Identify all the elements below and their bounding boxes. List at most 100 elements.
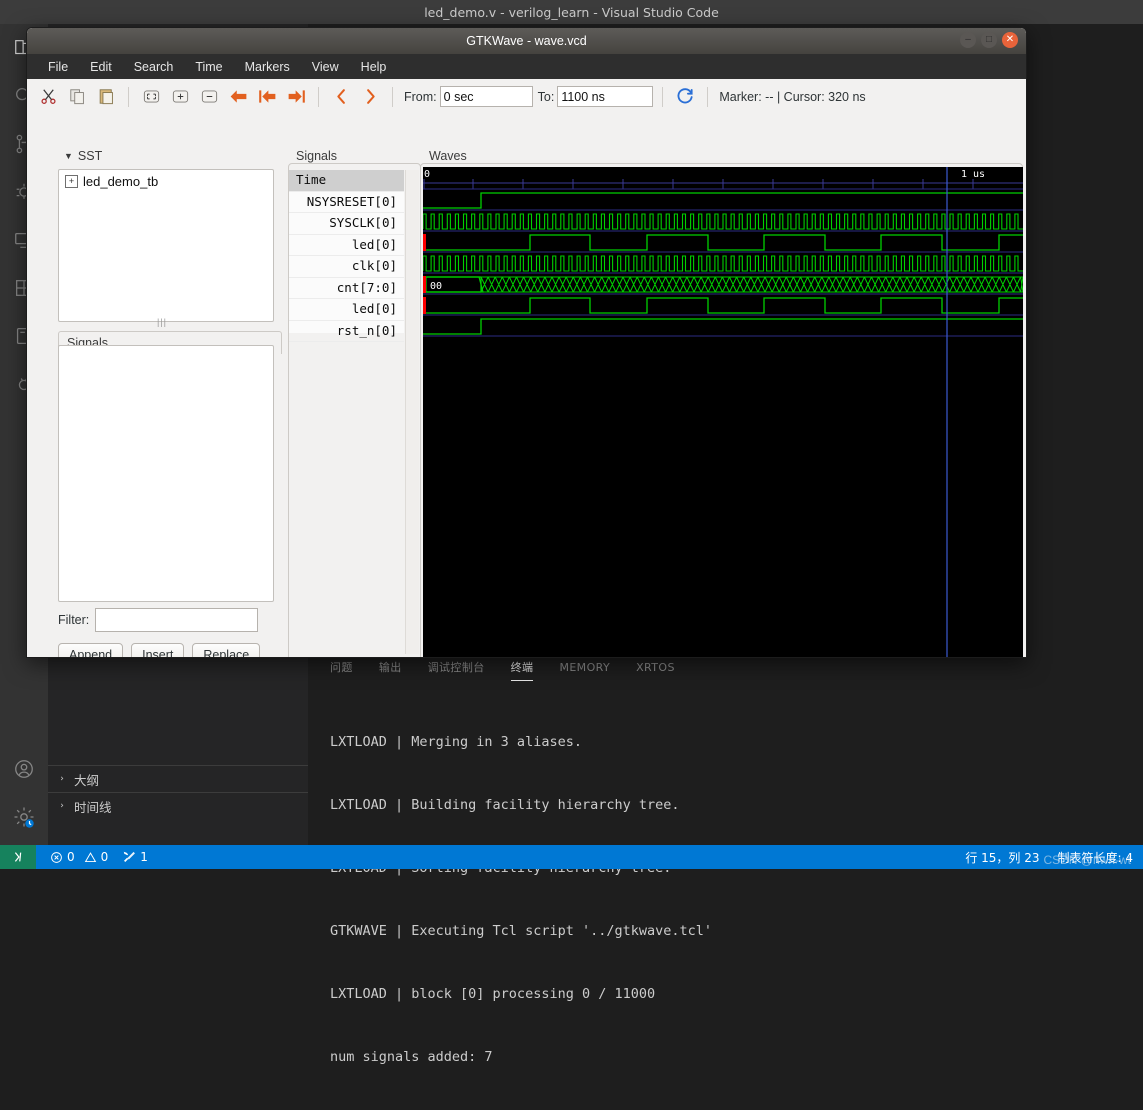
undefined-marker	[423, 234, 426, 251]
go-to-start-icon[interactable]	[254, 84, 280, 110]
zoom-undo-icon[interactable]	[225, 84, 251, 110]
gtkwave-titlebar: GTKWave - wave.vcd – □ ✕	[27, 28, 1026, 54]
replace-button[interactable]: Replace	[192, 643, 261, 657]
menu-search[interactable]: Search	[123, 58, 185, 76]
menu-time[interactable]: Time	[184, 58, 233, 76]
sst-label: SST	[77, 149, 103, 163]
terminal-line: num signals added: 7	[330, 1049, 493, 1065]
menu-view[interactable]: View	[301, 58, 350, 76]
signal-row-led-0[interactable]: led[0]	[289, 235, 404, 256]
from-input[interactable]	[439, 86, 533, 107]
paste-icon[interactable]	[93, 84, 119, 110]
gtkwave-toolbar[interactable]: From: To: Marker: -- | Cursor: 320 ns	[27, 79, 1026, 115]
cut-icon[interactable]	[35, 84, 61, 110]
waves-label: Waves	[426, 149, 470, 163]
status-problems[interactable]: 0 0	[50, 850, 108, 864]
time-axis-start: 0	[424, 169, 430, 180]
signal-row-nsysreset[interactable]: NSYSRESET[0]	[289, 192, 404, 213]
sidebar-section-label: 大纲	[74, 772, 100, 788]
copy-icon[interactable]	[64, 84, 90, 110]
sst-header[interactable]: ▼ SST	[61, 149, 106, 163]
vscode-status-bar: 0 0 1 行 15，列 23 制表符长度: 4 CSDN @nwh-wt	[0, 845, 1143, 869]
pane-resize-grip[interactable]: |||	[157, 317, 167, 327]
menu-edit[interactable]: Edit	[79, 58, 123, 76]
signal-row-rst-n[interactable]: rst_n[0]	[289, 321, 404, 342]
toolbar-separator	[392, 86, 393, 107]
bus-value-label: 00	[430, 281, 442, 292]
terminal-line: LXTLOAD | block [0] processing 0 / 11000	[330, 986, 656, 1002]
gtkwave-menubar[interactable]: File Edit Search Time Markers View Help	[27, 54, 1026, 79]
to-label: To:	[537, 89, 555, 104]
account-icon[interactable]	[0, 745, 48, 793]
signal-name-list[interactable]: Time NSYSRESET[0] SYSCLK[0] led[0] clk[0…	[289, 170, 404, 342]
error-circle-icon	[51, 851, 62, 863]
to-input[interactable]	[557, 86, 654, 107]
filter-label: Filter:	[58, 613, 90, 627]
terminal-line: LXTLOAD | Building facility hierarchy tr…	[330, 797, 680, 813]
close-button[interactable]: ✕	[1002, 32, 1018, 48]
terminal-output[interactable]: LXTLOAD | Merging in 3 aliases. LXTLOAD …	[308, 684, 1143, 1110]
chevron-down-icon: ▼	[64, 151, 73, 161]
window-controls[interactable]: – □ ✕	[960, 32, 1018, 48]
signal-row-time[interactable]: Time	[289, 170, 404, 192]
undefined-marker	[423, 297, 426, 314]
expand-plus-icon[interactable]: +	[65, 175, 78, 188]
warning-triangle-icon	[84, 851, 96, 862]
toolbar-separator	[318, 86, 319, 107]
sidebar-section-outline[interactable]: › 大纲	[48, 765, 308, 792]
append-button[interactable]: Append	[58, 643, 124, 657]
vscode-window-title: led_demo.v - verilog_learn - Visual Stud…	[424, 4, 719, 20]
zoom-in-icon[interactable]	[167, 84, 193, 110]
menu-file[interactable]: File	[37, 58, 79, 76]
tools-icon	[124, 851, 136, 862]
time-axis-end: 1 us	[961, 169, 985, 180]
zoom-out-icon[interactable]	[196, 84, 222, 110]
signal-list-vertical-scrollbar[interactable]	[405, 170, 419, 654]
zoom-fit-icon[interactable]	[138, 84, 164, 110]
filter-row: Filter:	[58, 608, 259, 632]
filter-input[interactable]	[95, 608, 259, 632]
chevron-right-icon: ›	[60, 774, 64, 784]
reload-icon[interactable]	[672, 84, 698, 110]
signal-row-sysclk[interactable]: SYSCLK[0]	[289, 213, 404, 235]
toolbar-separator	[707, 86, 709, 107]
toolbar-separator	[662, 86, 664, 107]
gtkwave-window: GTKWave - wave.vcd – □ ✕ File Edit Searc…	[26, 27, 1027, 658]
toolbar-separator	[128, 86, 129, 107]
minimize-button[interactable]: –	[960, 32, 976, 48]
sst-tree[interactable]: + led_demo_tb	[58, 169, 274, 322]
prev-edge-icon[interactable]	[328, 84, 354, 110]
terminal-line: LXTLOAD | Merging in 3 aliases.	[330, 734, 582, 750]
signal-column-label: Signals	[293, 149, 340, 163]
filter-buttons[interactable]: Append Insert Replace	[58, 643, 261, 657]
insert-button[interactable]: Insert	[131, 643, 185, 657]
menu-help[interactable]: Help	[350, 58, 398, 76]
status-ports[interactable]: 1	[122, 850, 148, 864]
next-edge-icon[interactable]	[357, 84, 383, 110]
tab-size[interactable]: 制表符长度: 4	[1058, 849, 1134, 866]
cursor-position[interactable]: 行 15，列 23	[965, 849, 1039, 866]
signal-row-clk[interactable]: clk[0]	[289, 256, 404, 278]
warning-count: 0	[100, 850, 109, 864]
wave-canvas[interactable]: 0 1 us 00	[422, 167, 1024, 657]
sidebar-section-label: 时间线	[74, 799, 112, 815]
undefined-marker	[423, 276, 426, 293]
signal-row-led-1[interactable]: led[0]	[289, 299, 404, 321]
go-to-end-icon[interactable]	[283, 84, 309, 110]
error-count: 0	[67, 850, 75, 864]
signals-list[interactable]	[58, 345, 274, 602]
remote-connection-icon[interactable]	[0, 845, 36, 869]
signal-row-cnt[interactable]: cnt[7:0]	[289, 278, 404, 299]
sidebar-section-timeline[interactable]: › 时间线	[48, 792, 308, 819]
vscode-bottom-panel: 问题 输出 调试控制台 终端 MEMORY XRTOS LXTLOAD | Me…	[308, 650, 1143, 1065]
waveform-drawing: 0 1 us 00	[422, 167, 1024, 657]
menu-markers[interactable]: Markers	[234, 58, 301, 76]
tree-item-label: led_demo_tb	[83, 174, 159, 189]
vscode-titlebar: led_demo.v - verilog_learn - Visual Stud…	[0, 0, 1143, 24]
maximize-button[interactable]: □	[981, 32, 997, 48]
tree-item-led-demo-tb[interactable]: + led_demo_tb	[59, 170, 273, 193]
chevron-right-icon: ›	[60, 801, 64, 811]
gtkwave-title-text: GTKWave - wave.vcd	[466, 34, 587, 48]
ports-count: 1	[140, 850, 148, 864]
settings-gear-icon[interactable]	[0, 793, 48, 841]
